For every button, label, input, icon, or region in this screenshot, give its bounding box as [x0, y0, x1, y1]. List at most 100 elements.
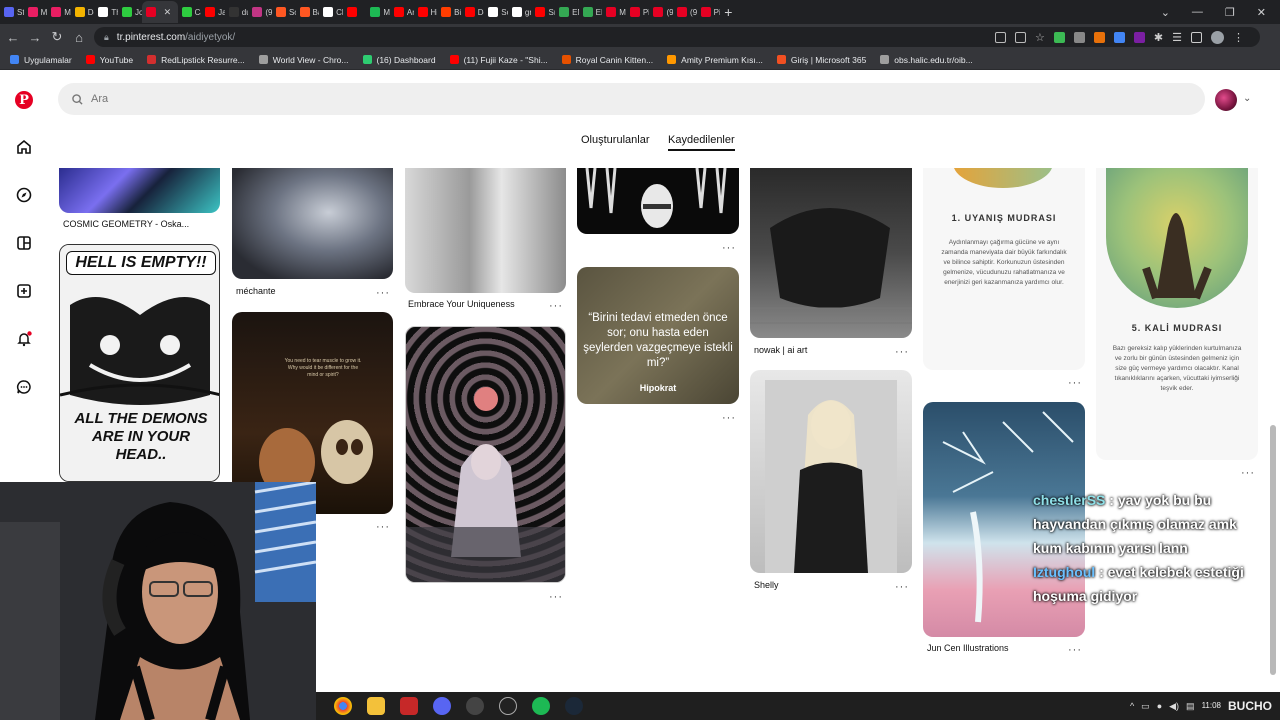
boards-icon[interactable]	[14, 233, 34, 253]
more-options-icon[interactable]: ···	[1068, 644, 1082, 656]
profile-icon[interactable]	[1211, 30, 1224, 44]
puzzle-icon[interactable]: ✱	[1154, 31, 1163, 44]
bookmark-item[interactable]: obs.halic.edu.tr/oib...	[880, 55, 973, 65]
sidepanel-icon[interactable]	[1191, 31, 1202, 43]
pin-image[interactable]	[577, 168, 739, 234]
extension-icon[interactable]	[1133, 31, 1145, 43]
browser-tab[interactable]: Ca	[178, 1, 201, 23]
create-icon[interactable]	[14, 281, 34, 301]
pin-image[interactable]: 1. UYANIŞ MUDRASI Aydınlanmayı çağırma g…	[923, 168, 1085, 370]
pin-image[interactable]: HELL IS EMPTY!! ALL THE DEMONS ARE IN YO…	[59, 244, 220, 482]
browser-tab[interactable]: Dç	[461, 1, 484, 23]
bookmark-item[interactable]: Amity Premium Kısı...	[667, 55, 763, 65]
tab-saved[interactable]: Kaydedilenler	[668, 134, 735, 151]
bookmark-item[interactable]: Giriş | Microsoft 365	[776, 55, 866, 65]
browser-tab[interactable]: du	[225, 1, 248, 23]
more-options-icon[interactable]: ···	[376, 287, 390, 299]
close-window-button[interactable]: ✕	[1257, 6, 1266, 19]
browser-tab[interactable]: Sci	[272, 1, 296, 23]
more-options-icon[interactable]: ···	[722, 412, 736, 424]
app-icon[interactable]	[466, 697, 484, 715]
chevron-down-icon[interactable]: ⌄	[1161, 6, 1170, 19]
browser-tab[interactable]: My	[47, 1, 71, 23]
more-options-icon[interactable]: ···	[895, 581, 909, 593]
extension-icon[interactable]	[1073, 31, 1085, 43]
avatar[interactable]	[1215, 89, 1237, 111]
browser-tab[interactable]: Bü	[437, 1, 461, 23]
browser-tab[interactable]: (9	[673, 1, 697, 23]
messages-icon[interactable]	[14, 377, 34, 397]
pin-image[interactable]	[750, 370, 912, 573]
bookmark-item[interactable]: World View - Chro...	[258, 55, 349, 65]
more-options-icon[interactable]: ···	[549, 300, 563, 312]
bookmark-item[interactable]: (11) Fujii Kaze - "Shi...	[449, 55, 548, 65]
more-options-icon[interactable]: ···	[376, 521, 390, 533]
browser-tab[interactable]: Sır	[531, 1, 555, 23]
browser-tab[interactable]: So	[484, 1, 508, 23]
voicemod-icon[interactable]	[400, 697, 418, 715]
browser-tab[interactable]: Pir	[626, 1, 649, 23]
pin-image[interactable]: “Birini tedavi etmeden önce sor; onu has…	[577, 267, 739, 404]
scrollbar-thumb[interactable]	[1270, 425, 1276, 675]
pin-image[interactable]	[750, 168, 912, 338]
search-bar[interactable]	[58, 83, 1205, 115]
speaker-icon[interactable]: ◀)	[1169, 701, 1179, 712]
notification-icon[interactable]: ▤	[1186, 701, 1195, 712]
browser-tab[interactable]: (9)	[248, 1, 272, 23]
extension-icon[interactable]	[1113, 31, 1125, 43]
browser-tab[interactable]: Str	[0, 1, 24, 23]
more-options-icon[interactable]: ···	[1241, 467, 1255, 479]
share-icon[interactable]	[1015, 31, 1027, 43]
browser-tab[interactable]: ✕	[141, 1, 178, 23]
browser-tab[interactable]: An	[390, 1, 414, 23]
pin-title[interactable]: COSMIC GEOMETRY - Oska...	[63, 219, 189, 229]
close-tab-icon[interactable]: ✕	[164, 7, 172, 18]
address-bar[interactable]: 🔒︎ tr.pinterest.com/aidiyetyok/ ☆ ✱ ☰ ⋮	[94, 27, 1260, 47]
file-explorer-icon[interactable]	[367, 697, 385, 715]
browser-tab[interactable]: Ch	[319, 1, 343, 23]
network-icon[interactable]: ▭	[1141, 701, 1150, 712]
browser-tab[interactable]	[343, 1, 367, 23]
chevron-up-icon[interactable]: ^	[1130, 701, 1134, 711]
pin-title[interactable]: Shelly	[754, 580, 779, 590]
maximize-button[interactable]: ❐	[1225, 6, 1235, 19]
pin-title[interactable]: nowak | ai art	[754, 345, 807, 355]
browser-tab[interactable]: Mc	[366, 1, 390, 23]
more-options-icon[interactable]: ···	[895, 346, 909, 358]
shield-extension-icon[interactable]	[1053, 31, 1065, 43]
extension-icon[interactable]	[1093, 31, 1105, 43]
reading-list-icon[interactable]: ☰	[1172, 31, 1182, 44]
pin-image[interactable]	[59, 168, 220, 213]
pin-title[interactable]: Embrace Your Uniqueness	[408, 299, 515, 309]
forward-button[interactable]: →	[24, 30, 46, 45]
chevron-down-icon[interactable]: ⌄	[1243, 93, 1251, 104]
clock[interactable]: 11:08	[1202, 701, 1221, 711]
home-button[interactable]: ⌂	[68, 30, 90, 45]
pin-image[interactable]	[232, 168, 393, 279]
explore-icon[interactable]	[14, 185, 34, 205]
browser-tab[interactable]: Ba	[296, 1, 319, 23]
minimize-button[interactable]: —	[1192, 6, 1203, 18]
discord-icon[interactable]	[433, 697, 451, 715]
spotify-icon[interactable]	[532, 697, 550, 715]
back-button[interactable]: ←	[2, 30, 24, 45]
tab-created[interactable]: Oluşturulanlar	[581, 134, 649, 146]
pin-image[interactable]	[405, 326, 566, 583]
browser-tab[interactable]: gri	[508, 1, 531, 23]
bookmark-item[interactable]: Royal Canin Kitten...	[561, 55, 653, 65]
pin-title[interactable]: Jun Cen Illustrations	[927, 643, 1009, 653]
browser-tab[interactable]: EN	[579, 1, 602, 23]
bookmark-item[interactable]: RedLipstick Resurre...	[147, 55, 245, 65]
search-input[interactable]	[91, 93, 691, 105]
browser-tab[interactable]: Jal	[201, 1, 225, 23]
bookmark-item[interactable]: Uygulamalar	[10, 55, 72, 65]
install-icon[interactable]	[995, 31, 1007, 43]
browser-tab[interactable]: My	[24, 1, 47, 23]
browser-tab[interactable]: Hit	[414, 1, 437, 23]
notifications-icon[interactable]	[14, 329, 34, 349]
browser-tab[interactable]: EN	[555, 1, 579, 23]
bookmark-item[interactable]: YouTube	[85, 55, 133, 65]
star-icon[interactable]: ☆	[1035, 31, 1045, 44]
pin-image[interactable]: 5. KALİ MUDRASI Bazı gereksiz kalıp yükl…	[1096, 168, 1258, 460]
microphone-icon[interactable]: ●	[1157, 701, 1162, 711]
